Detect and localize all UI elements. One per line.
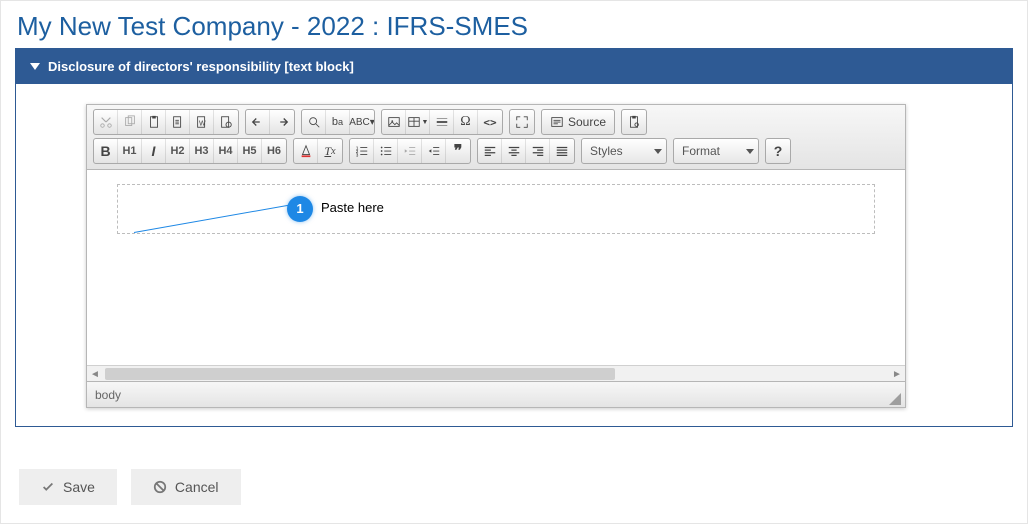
save-button[interactable]: Save: [19, 469, 117, 505]
chevron-down-icon: [654, 149, 662, 154]
styles-label: Styles: [590, 144, 623, 158]
panel-body: W ba ABC▾: [16, 84, 1012, 426]
h2-button[interactable]: H2: [166, 139, 190, 163]
remove-format-icon[interactable]: Tx: [318, 139, 342, 163]
h6-button[interactable]: H6: [262, 139, 286, 163]
format-dropdown[interactable]: Format: [673, 138, 759, 164]
templates-icon[interactable]: [622, 110, 646, 134]
undo-icon[interactable]: [246, 110, 270, 134]
cut-icon[interactable]: [94, 110, 118, 134]
page-title: My New Test Company - 2022 : IFRS-SMES: [17, 11, 1013, 42]
h3-button[interactable]: H3: [190, 139, 214, 163]
caret-down-icon: [30, 63, 40, 70]
annotation-step-bubble: 1: [287, 196, 313, 222]
panel-header-toggle[interactable]: Disclosure of directors' responsibility …: [16, 49, 1012, 84]
scroll-thumb[interactable]: [105, 368, 615, 380]
italic-button[interactable]: I: [142, 139, 166, 163]
styles-dropdown[interactable]: Styles: [581, 138, 667, 164]
paste-text-icon[interactable]: [166, 110, 190, 134]
align-left-icon[interactable]: [478, 139, 502, 163]
code-icon[interactable]: <>: [478, 110, 502, 134]
toolbar-row-2: B H1 I H2 H3 H4 H5 H6 Tx: [93, 138, 899, 164]
bulleted-list-icon[interactable]: [374, 139, 398, 163]
h4-button[interactable]: H4: [214, 139, 238, 163]
disclosure-panel: Disclosure of directors' responsibility …: [15, 48, 1013, 427]
text-color-icon[interactable]: [294, 139, 318, 163]
redo-icon[interactable]: [270, 110, 294, 134]
blockquote-icon[interactable]: ❞: [446, 139, 470, 163]
cancel-button[interactable]: Cancel: [131, 469, 241, 505]
h1-button[interactable]: H1: [118, 139, 142, 163]
align-justify-icon[interactable]: [550, 139, 574, 163]
toolbar-row-1: W ba ABC▾: [93, 109, 899, 135]
table-icon[interactable]: ▼: [406, 110, 430, 134]
format-label: Format: [682, 144, 720, 158]
scroll-right-icon[interactable]: ►: [889, 366, 905, 382]
svg-text:3: 3: [355, 152, 358, 157]
editor-content-area[interactable]: 1 Paste here: [87, 170, 905, 365]
help-button[interactable]: ?: [766, 139, 790, 163]
spellcheck-icon[interactable]: ABC▾: [350, 110, 374, 134]
h5-button[interactable]: H5: [238, 139, 262, 163]
outdent-icon[interactable]: [398, 139, 422, 163]
align-right-icon[interactable]: [526, 139, 550, 163]
save-label: Save: [63, 479, 95, 495]
editor-toolbar: W ba ABC▾: [87, 105, 905, 170]
rich-text-editor: W ba ABC▾: [86, 104, 906, 408]
paste-icon[interactable]: [142, 110, 166, 134]
cancel-icon: [153, 480, 167, 494]
bold-button[interactable]: B: [94, 139, 118, 163]
page-root: My New Test Company - 2022 : IFRS-SMES D…: [0, 0, 1028, 524]
find-icon[interactable]: [302, 110, 326, 134]
source-label: Source: [568, 115, 606, 129]
editor-horizontal-scrollbar[interactable]: ◄ ►: [87, 365, 905, 381]
footer-buttons: Save Cancel: [19, 469, 241, 505]
source-button[interactable]: Source: [541, 109, 615, 135]
paste-special-icon[interactable]: [214, 110, 238, 134]
panel-header-label: Disclosure of directors' responsibility …: [48, 59, 354, 74]
image-icon[interactable]: [382, 110, 406, 134]
horizontal-rule-icon[interactable]: [430, 110, 454, 134]
annotation-step-text: Paste here: [321, 200, 384, 215]
scroll-left-icon[interactable]: ◄: [87, 366, 103, 382]
chevron-down-icon: [746, 149, 754, 154]
numbered-list-icon[interactable]: 123: [350, 139, 374, 163]
check-icon: [41, 480, 55, 494]
content-placeholder-box: [117, 184, 875, 234]
cancel-label: Cancel: [175, 479, 219, 495]
paste-word-icon[interactable]: W: [190, 110, 214, 134]
align-center-icon[interactable]: [502, 139, 526, 163]
maximize-icon[interactable]: [510, 110, 534, 134]
replace-icon[interactable]: ba: [326, 110, 350, 134]
editor-elements-path[interactable]: body: [95, 388, 121, 402]
copy-icon[interactable]: [118, 110, 142, 134]
resize-grip-icon[interactable]: [889, 393, 901, 405]
indent-icon[interactable]: [422, 139, 446, 163]
editor-status-bar: body: [87, 381, 905, 407]
special-char-icon[interactable]: Ω: [454, 110, 478, 134]
svg-text:W: W: [198, 121, 205, 128]
